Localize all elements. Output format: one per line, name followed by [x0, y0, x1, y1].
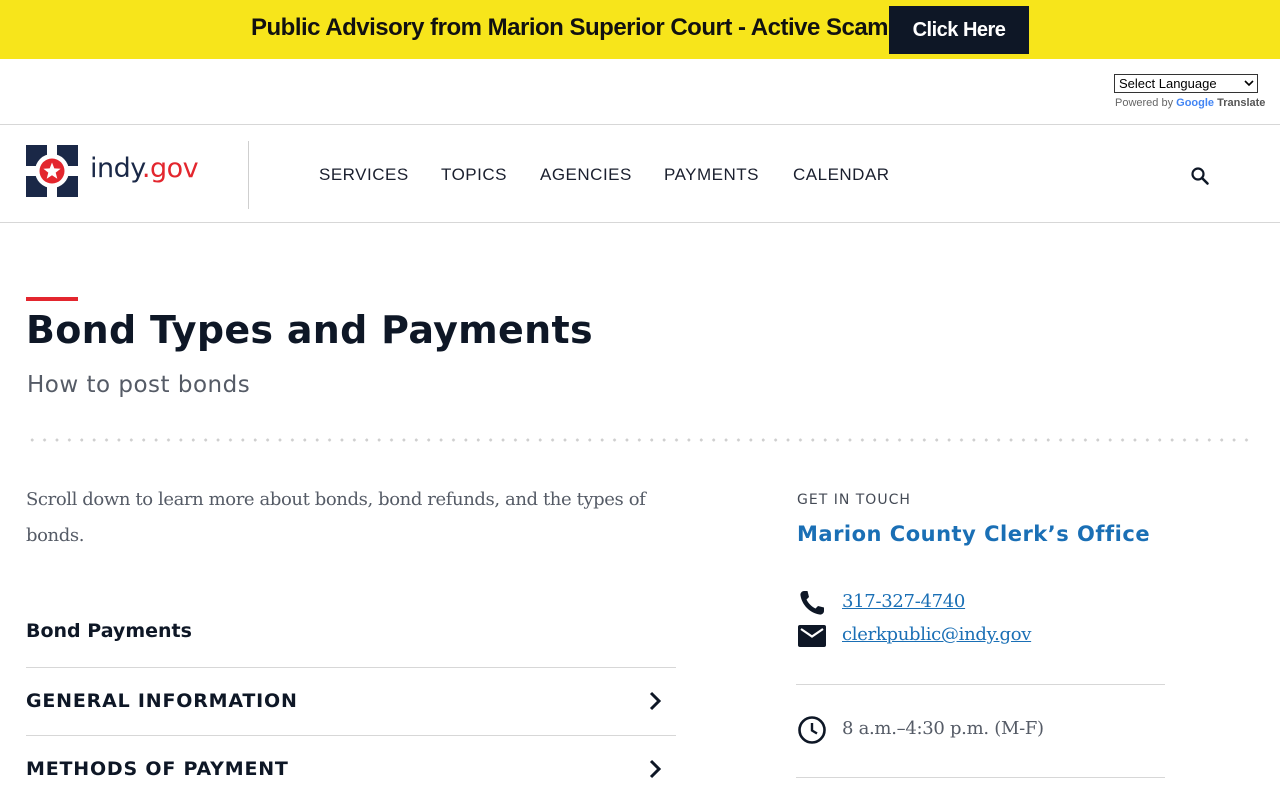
sidebar-divider: [796, 777, 1165, 778]
clock-icon: [798, 716, 826, 744]
language-select-value: Select Language: [1119, 76, 1217, 91]
search-icon[interactable]: [1188, 164, 1212, 188]
page-title: Bond Types and Payments: [26, 308, 593, 352]
indy-logo-icon[interactable]: [26, 145, 78, 197]
nav-services[interactable]: SERVICES: [319, 165, 409, 185]
accordion-label: METHODS OF PAYMENT: [26, 758, 289, 780]
powered-by-label: Powered by: [1115, 97, 1174, 109]
google-wordmark: Google: [1176, 97, 1215, 109]
chevron-down-icon: [1244, 80, 1254, 87]
translate-link[interactable]: Translate: [1217, 97, 1265, 109]
translate-bar: Select Language Powered by Google Transl…: [0, 59, 1280, 125]
language-select[interactable]: Select Language: [1114, 74, 1258, 93]
chevron-right-icon: [649, 759, 662, 779]
mail-icon: [798, 625, 826, 647]
header-divider: [248, 141, 249, 209]
email-link[interactable]: clerkpublic@indy.gov: [842, 624, 1031, 645]
contact-organization-link[interactable]: Marion County Clerk’s Office: [797, 522, 1150, 546]
advisory-text: Public Advisory from Marion Superior Cou…: [251, 14, 901, 41]
accordion-item-general-information[interactable]: GENERAL INFORMATION: [26, 667, 676, 735]
nav-agencies[interactable]: AGENCIES: [540, 165, 632, 185]
section-heading: Bond Payments: [26, 620, 192, 642]
wordmark-dot: .: [141, 153, 151, 184]
wordmark-tld: gov: [149, 153, 199, 184]
nav-calendar[interactable]: CALENDAR: [793, 165, 890, 185]
nav-topics[interactable]: TOPICS: [441, 165, 507, 185]
sidebar-divider: [796, 684, 1165, 685]
hours-text: 8 a.m.–4:30 p.m. (M-F): [842, 718, 1044, 739]
accordion-label: GENERAL INFORMATION: [26, 690, 298, 712]
intro-paragraph: Scroll down to learn more about bonds, b…: [26, 489, 646, 546]
site-header: indy.gov SERVICES TOPICS AGENCIES PAYMEN…: [0, 125, 1280, 223]
phone-icon: [800, 591, 824, 615]
accordion-item-methods-of-payment[interactable]: METHODS OF PAYMENT: [26, 735, 676, 800]
bond-payments-accordion: GENERAL INFORMATION METHODS OF PAYMENT: [26, 667, 676, 800]
advisory-click-here-button[interactable]: Click Here: [889, 6, 1029, 54]
dotted-divider: [26, 438, 1254, 442]
get-in-touch-label: GET IN TOUCH: [797, 492, 911, 508]
wordmark-name: indy: [90, 153, 142, 184]
title-accent-bar: [26, 297, 78, 301]
site-wordmark[interactable]: indy.gov: [90, 153, 199, 184]
phone-link[interactable]: 317-327-4740: [842, 591, 965, 612]
nav-payments[interactable]: PAYMENTS: [664, 165, 759, 185]
advisory-banner: Public Advisory from Marion Superior Cou…: [0, 0, 1280, 59]
chevron-right-icon: [649, 691, 662, 711]
page-subtitle: How to post bonds: [27, 372, 251, 398]
powered-by-google: Powered by Google Translate: [1115, 97, 1265, 109]
